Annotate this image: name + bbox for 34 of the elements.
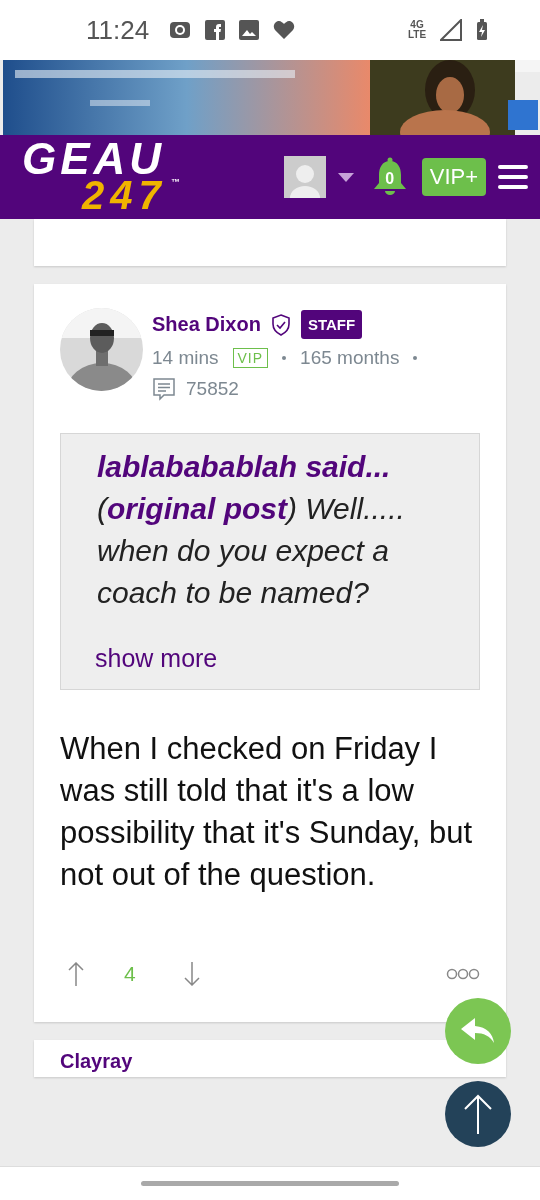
upvote-icon[interactable] xyxy=(68,962,84,986)
image-icon xyxy=(239,20,260,40)
caret-icon[interactable] xyxy=(337,172,354,182)
battery-icon xyxy=(476,19,488,41)
network-type: 4G LTE xyxy=(408,20,426,40)
clock-time: 11:24 xyxy=(86,14,150,46)
camera-icon xyxy=(169,21,192,39)
user-avatar[interactable] xyxy=(283,156,326,198)
trademark-mark: ™ xyxy=(170,177,186,187)
author-name[interactable]: Clayray xyxy=(60,1050,133,1073)
verified-shield-icon xyxy=(270,313,291,336)
more-options-icon[interactable] xyxy=(446,968,480,980)
separator-dot xyxy=(282,356,287,360)
signal-icon xyxy=(440,19,462,41)
quote-text: lablababablah said... (original post) Well..... when do you expect a coach to be named? xyxy=(96,449,406,611)
staff-badge: STAFF xyxy=(300,310,363,339)
arrow-up-icon xyxy=(463,1094,493,1134)
show-more-link[interactable]: show more xyxy=(95,644,218,673)
post-time: 14 mins xyxy=(152,347,219,369)
menu-icon[interactable] xyxy=(498,164,528,190)
vip-badge: VIP xyxy=(232,348,269,368)
separator-dot xyxy=(413,356,418,360)
membership-duration: 165 months xyxy=(300,347,400,369)
logo-text[interactable]: GEAU xyxy=(22,141,272,177)
message-icon xyxy=(152,377,176,401)
reply-icon xyxy=(461,1018,495,1044)
author-name[interactable]: Shea Dixon xyxy=(152,313,261,336)
vote-count: 4 xyxy=(124,962,136,986)
post-count: 75852 xyxy=(186,378,239,400)
heart-icon xyxy=(273,20,296,40)
downvote-icon[interactable] xyxy=(183,962,200,986)
social-app-icon xyxy=(205,20,226,40)
post-body: When I checked on Friday I was still told that it's a low possibility that it's Sunday, but not out of the question. xyxy=(60,730,473,894)
logo-number[interactable]: 247 xyxy=(82,177,167,213)
